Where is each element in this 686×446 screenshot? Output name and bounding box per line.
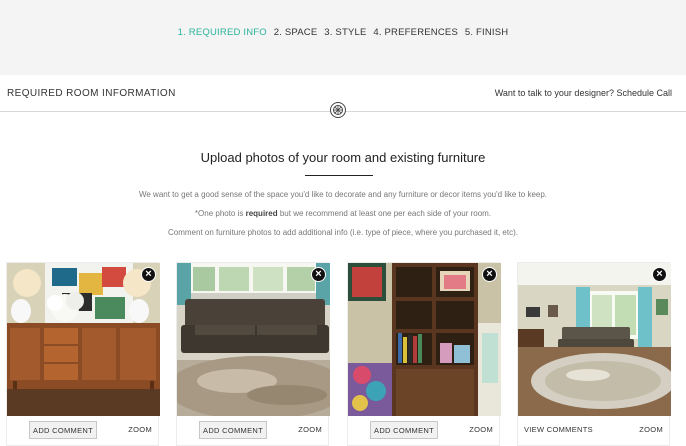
zoom-link[interactable]: ZOOM (639, 425, 663, 434)
brand-badge-icon (330, 102, 346, 118)
schedule-call-link[interactable]: Want to talk to your designer? Schedule … (495, 88, 672, 98)
step-style[interactable]: 3. STYLE (324, 27, 366, 38)
sideboard-photo[interactable]: × (7, 263, 160, 416)
view-comments-link[interactable]: VIEW COMMENTS (524, 425, 593, 434)
step-space[interactable]: 2. SPACE (274, 27, 318, 38)
step-required-info[interactable]: 1. REQUIRED INFO (178, 27, 267, 38)
comment-instructions: Comment on furniture photos to add addit… (168, 228, 518, 237)
photo-requirement-note: *One photo is required but we recommend … (194, 209, 492, 218)
living-room-photo[interactable]: × (518, 263, 671, 416)
remove-photo-icon[interactable]: × (311, 267, 326, 282)
zoom-link[interactable]: ZOOM (128, 425, 152, 434)
step-navigation: 1. REQUIRED INFO 2. SPACE 3. STYLE 4. PR… (0, 0, 686, 75)
step-list: 1. REQUIRED INFO 2. SPACE 3. STYLE 4. PR… (0, 27, 686, 38)
bookshelf-photo[interactable]: × (348, 263, 501, 416)
remove-photo-icon[interactable]: × (652, 267, 667, 282)
photo-card: × ADD COMMENT ZOOM (6, 262, 160, 446)
add-comment-button[interactable]: ADD COMMENT (29, 421, 97, 439)
zoom-link[interactable]: ZOOM (298, 425, 322, 434)
remove-photo-icon[interactable]: × (482, 267, 497, 282)
step-preferences[interactable]: 4. PREFERENCES (373, 27, 458, 38)
step-finish[interactable]: 5. FINISH (465, 27, 509, 38)
zoom-link[interactable]: ZOOM (469, 425, 493, 434)
upload-heading: Upload photos of your room and existing … (200, 150, 486, 165)
add-comment-button[interactable]: ADD COMMENT (370, 421, 438, 439)
photo-card: × VIEW COMMENTS ZOOM (517, 262, 671, 446)
photo-card: × ADD COMMENT ZOOM (176, 262, 330, 446)
remove-photo-icon[interactable]: × (141, 267, 156, 282)
upload-description: We want to get a good sense of the space… (138, 190, 548, 199)
heading-divider (305, 175, 373, 176)
required-emphasis: required (245, 209, 278, 218)
add-comment-button[interactable]: ADD COMMENT (199, 421, 267, 439)
sofa-photo[interactable]: × (177, 263, 330, 416)
photo-card: × ADD COMMENT ZOOM (347, 262, 501, 446)
section-title: REQUIRED ROOM INFORMATION (7, 88, 176, 99)
